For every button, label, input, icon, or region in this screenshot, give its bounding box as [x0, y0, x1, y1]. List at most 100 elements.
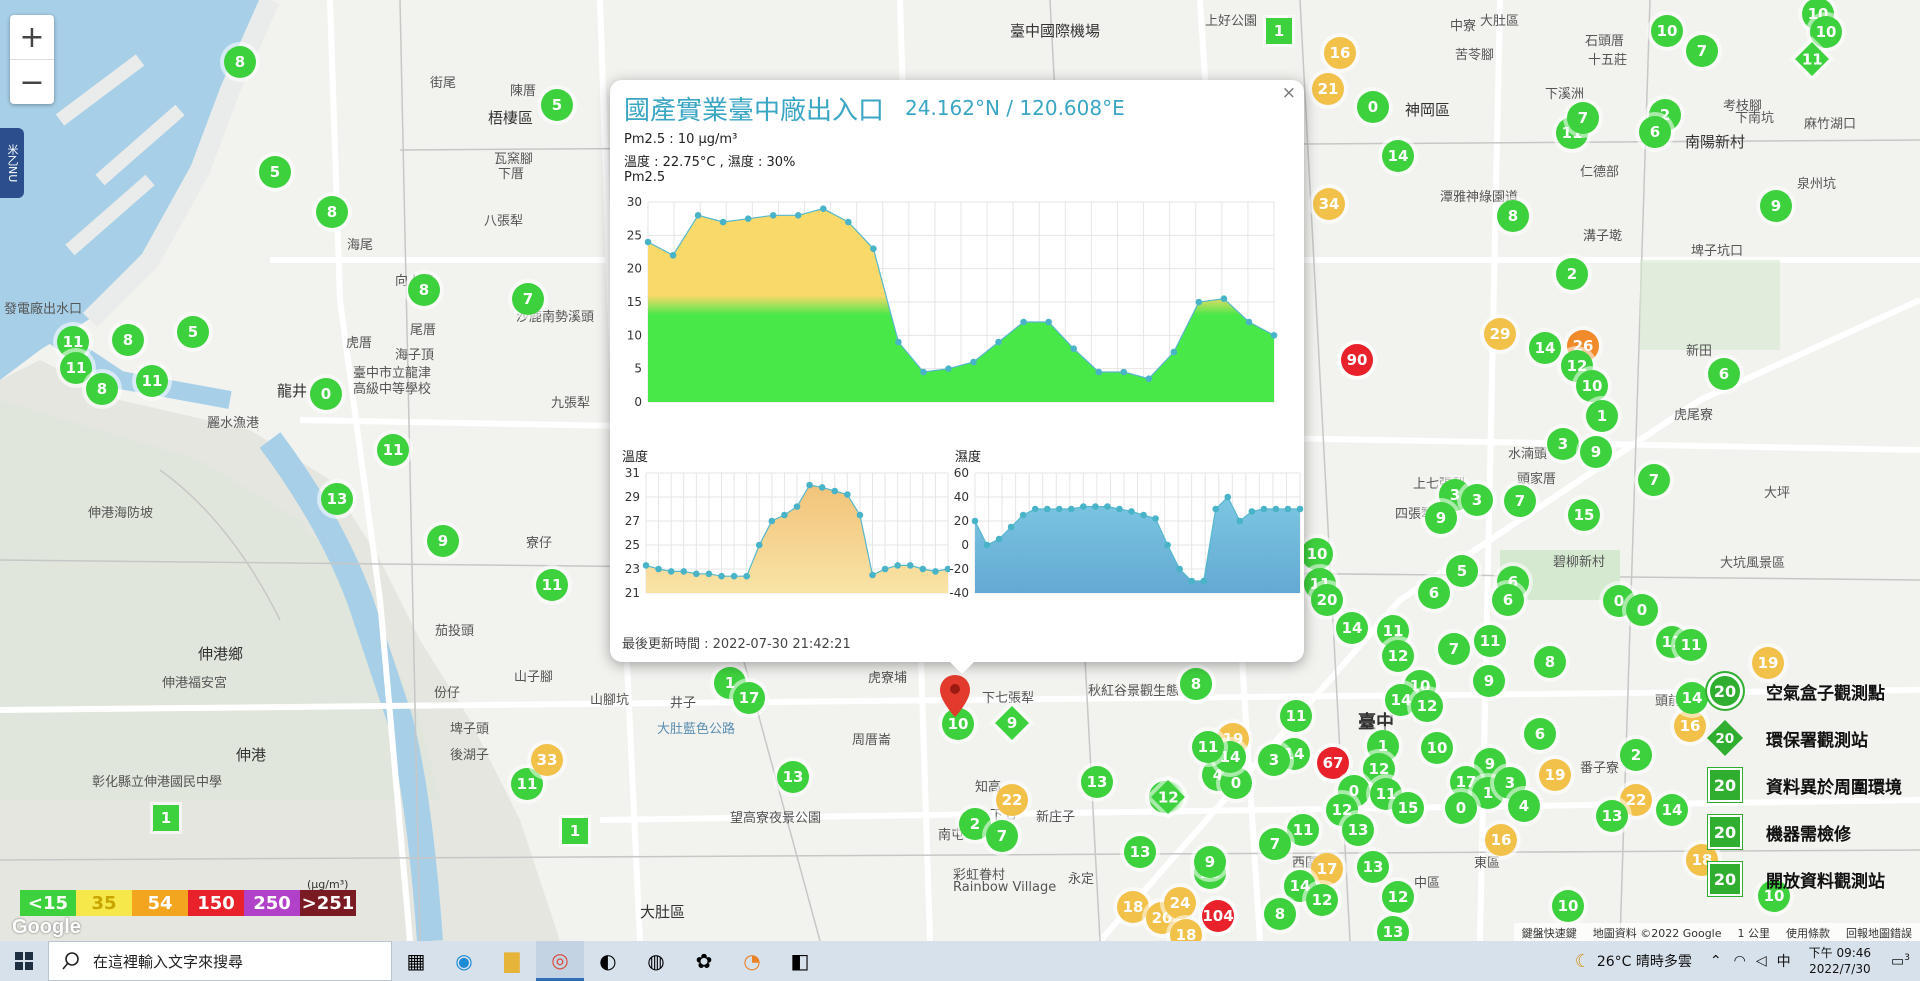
- blender-icon[interactable]: ◔: [728, 941, 776, 981]
- station-marker[interactable]: 8: [1534, 646, 1566, 678]
- start-button[interactable]: [0, 941, 48, 981]
- station-marker[interactable]: 9: [1425, 502, 1457, 534]
- chrome-icon[interactable]: ◎: [536, 941, 584, 981]
- station-marker[interactable]: 104: [1202, 900, 1234, 932]
- station-marker[interactable]: 7: [1686, 35, 1718, 67]
- station-marker[interactable]: 11: [536, 569, 568, 601]
- side-panel-tab[interactable]: 米乙NU: [0, 128, 24, 198]
- station-marker[interactable]: 0: [1357, 91, 1389, 123]
- station-marker[interactable]: 3: [1461, 484, 1493, 516]
- station-marker[interactable]: 13: [1081, 766, 1113, 798]
- keyboard-shortcuts-link[interactable]: 鍵盤快速鍵: [1514, 923, 1585, 941]
- open-data-station-marker[interactable]: 1: [562, 818, 588, 844]
- tray-chevron-icon[interactable]: ⌃: [1710, 953, 1722, 969]
- open-data-station-marker[interactable]: 1: [153, 805, 179, 831]
- station-marker[interactable]: 12: [1382, 640, 1414, 672]
- station-marker[interactable]: 9: [1580, 436, 1612, 468]
- station-marker[interactable]: 34: [1313, 188, 1345, 220]
- station-marker[interactable]: 19: [1539, 759, 1571, 791]
- station-marker[interactable]: 67: [1317, 747, 1349, 779]
- zoom-in-button[interactable]: +: [10, 15, 54, 60]
- volume-icon[interactable]: ◁: [1756, 953, 1767, 969]
- station-marker[interactable]: 3: [1547, 428, 1579, 460]
- station-marker[interactable]: 13: [1342, 814, 1374, 846]
- station-marker[interactable]: 7: [1259, 828, 1291, 860]
- station-marker[interactable]: 15: [1568, 499, 1600, 531]
- station-marker[interactable]: 12: [1382, 881, 1414, 913]
- taskbar-search-box[interactable]: 在這裡輸入文字來搜尋: [48, 941, 392, 981]
- station-marker[interactable]: 7: [512, 283, 544, 315]
- station-marker[interactable]: 8: [408, 274, 440, 306]
- station-marker[interactable]: 17: [733, 682, 765, 714]
- station-marker[interactable]: 16: [1324, 37, 1356, 69]
- app-icon-2[interactable]: ◍: [632, 941, 680, 981]
- station-marker[interactable]: 3: [1258, 744, 1290, 776]
- app-icon-4[interactable]: ◧: [776, 941, 824, 981]
- station-marker[interactable]: 10: [1810, 16, 1842, 48]
- station-marker[interactable]: 8: [86, 373, 118, 405]
- station-marker[interactable]: 7: [1504, 485, 1536, 517]
- ime-indicator[interactable]: 中: [1777, 951, 1791, 971]
- station-marker[interactable]: 13: [1124, 836, 1156, 868]
- station-marker[interactable]: 6: [1418, 577, 1450, 609]
- station-marker[interactable]: 7: [1438, 633, 1470, 665]
- station-marker[interactable]: 12: [1411, 690, 1443, 722]
- app-icon-3[interactable]: ✿: [680, 941, 728, 981]
- station-marker[interactable]: 14: [1382, 140, 1414, 172]
- station-marker[interactable]: 90: [1341, 344, 1373, 376]
- station-marker[interactable]: 19: [1752, 647, 1784, 679]
- station-marker[interactable]: 14: [1336, 612, 1368, 644]
- station-marker[interactable]: 14: [1676, 682, 1708, 714]
- station-marker[interactable]: 2: [1620, 739, 1652, 771]
- station-marker[interactable]: 11: [1675, 629, 1707, 661]
- station-marker[interactable]: 22: [996, 784, 1028, 816]
- station-marker[interactable]: 9: [427, 525, 459, 557]
- station-marker[interactable]: 8: [1180, 668, 1212, 700]
- notification-icon[interactable]: ▭3: [1891, 953, 1910, 970]
- station-marker[interactable]: 21: [1312, 73, 1344, 105]
- station-marker[interactable]: 1: [1586, 400, 1618, 432]
- station-marker[interactable]: 13: [1357, 851, 1389, 883]
- open-data-station-marker[interactable]: 1: [1266, 18, 1292, 44]
- station-marker[interactable]: 5: [1446, 555, 1478, 587]
- station-marker[interactable]: 0: [1626, 594, 1658, 626]
- station-marker[interactable]: 11: [1192, 731, 1224, 763]
- station-marker[interactable]: 8: [316, 196, 348, 228]
- station-marker[interactable]: 8: [224, 46, 256, 78]
- station-marker[interactable]: 6: [1492, 584, 1524, 616]
- station-marker[interactable]: 5: [259, 156, 291, 188]
- station-marker[interactable]: 4: [1508, 790, 1540, 822]
- file-explorer-icon[interactable]: ▇: [488, 941, 536, 981]
- station-marker[interactable]: 11: [60, 352, 92, 384]
- station-marker[interactable]: 6: [1524, 718, 1556, 750]
- station-marker[interactable]: 10: [1552, 890, 1584, 922]
- report-error-link[interactable]: 回報地圖錯誤: [1838, 923, 1920, 941]
- station-marker[interactable]: 24: [1164, 887, 1196, 919]
- station-marker[interactable]: 13: [1596, 800, 1628, 832]
- station-marker[interactable]: 18: [1117, 891, 1149, 923]
- station-marker[interactable]: 11: [1280, 700, 1312, 732]
- zoom-out-button[interactable]: −: [10, 60, 54, 104]
- weather-icon[interactable]: ☾: [1575, 951, 1591, 972]
- station-marker[interactable]: 0: [310, 378, 342, 410]
- station-marker[interactable]: 9: [1473, 665, 1505, 697]
- weather-text[interactable]: 26°C 晴時多雲: [1597, 951, 1692, 971]
- station-marker[interactable]: 5: [541, 89, 573, 121]
- station-marker[interactable]: 13: [1377, 916, 1409, 941]
- station-marker[interactable]: 16: [1674, 710, 1706, 742]
- station-marker[interactable]: 10: [1576, 370, 1608, 402]
- station-marker[interactable]: 10: [1421, 732, 1453, 764]
- station-marker[interactable]: 33: [531, 744, 563, 776]
- station-marker[interactable]: 11: [136, 365, 168, 397]
- station-marker[interactable]: 8: [1264, 898, 1296, 930]
- station-marker[interactable]: 11: [1287, 814, 1319, 846]
- station-marker[interactable]: 5: [177, 316, 209, 348]
- station-marker[interactable]: 8: [112, 324, 144, 356]
- station-marker[interactable]: 20: [1311, 584, 1343, 616]
- station-marker[interactable]: 2: [1556, 258, 1588, 290]
- map[interactable]: 臺中國際機場梧棲區陳厝街尾瓦窯腳下厝八張犁海尾向上路虎厝海子頂尾厝臺中市立龍津高…: [0, 0, 1920, 941]
- network-icon[interactable]: ◠: [1734, 953, 1746, 969]
- task-view-icon[interactable]: ▦: [392, 941, 440, 981]
- station-marker[interactable]: 6: [1639, 116, 1671, 148]
- station-marker[interactable]: 17: [1311, 853, 1343, 885]
